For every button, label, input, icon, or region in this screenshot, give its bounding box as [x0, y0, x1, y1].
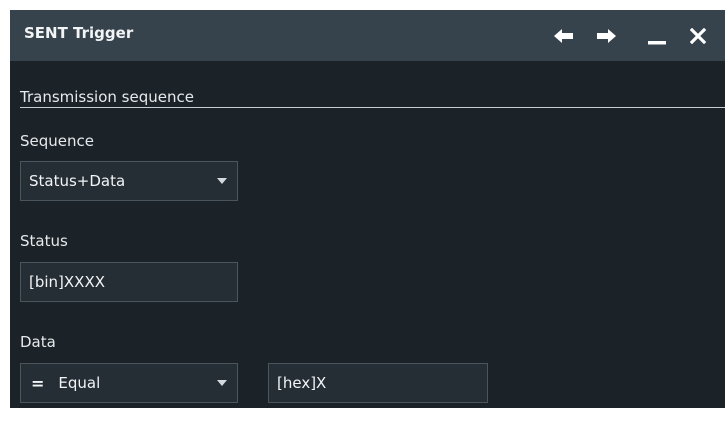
right-arrow-icon[interactable] [593, 23, 619, 49]
sequence-dropdown-value: Status+Data [29, 172, 126, 190]
status-input[interactable]: [bin]XXXX [20, 262, 238, 302]
chevron-down-icon [217, 178, 227, 184]
left-arrow-icon[interactable] [551, 23, 577, 49]
equal-symbol-icon: = [31, 373, 45, 393]
sequence-label: Sequence [20, 132, 94, 150]
title-bar[interactable]: SENT Trigger [10, 10, 725, 61]
status-input-value: [bin]XXXX [29, 273, 106, 291]
chevron-down-icon [217, 380, 227, 386]
data-label: Data [20, 333, 56, 351]
close-icon[interactable] [685, 23, 711, 49]
sent-trigger-dialog: SENT Trigger Transmission sequence Seque… [10, 10, 725, 408]
sequence-dropdown[interactable]: Status+Data [20, 161, 238, 201]
data-value-input-value: [hex]X [277, 374, 327, 392]
data-operator-dropdown[interactable]: = Equal [20, 363, 238, 403]
data-operator-value: Equal [58, 374, 101, 392]
dialog-title: SENT Trigger [24, 24, 134, 42]
section-divider [20, 107, 725, 108]
minimize-icon[interactable] [644, 23, 670, 49]
section-header-transmission-sequence: Transmission sequence [20, 88, 194, 106]
data-value-input[interactable]: [hex]X [268, 363, 488, 403]
status-label: Status [20, 232, 68, 250]
